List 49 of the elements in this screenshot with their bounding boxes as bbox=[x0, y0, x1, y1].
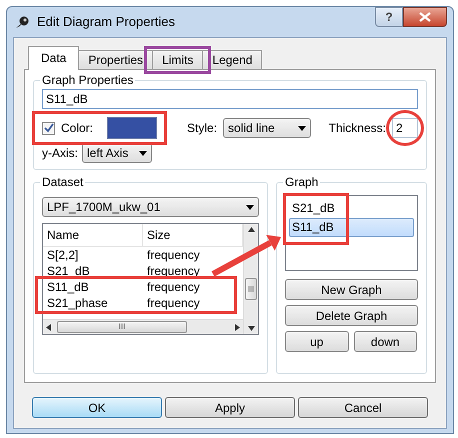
style-dropdown[interactable]: solid line bbox=[223, 118, 312, 138]
color-label: Color: bbox=[61, 120, 94, 137]
table-cell-text: frequency bbox=[146, 295, 201, 311]
thickness-label: Thickness: bbox=[328, 120, 386, 137]
table-row[interactable]: S21_phase frequency bbox=[43, 295, 243, 311]
table-cell-text: frequency bbox=[146, 263, 201, 279]
dialog-button[interactable]: OK bbox=[32, 397, 162, 418]
style-label: Style: bbox=[187, 120, 218, 137]
graph-button[interactable]: Delete Graph bbox=[285, 305, 418, 326]
close-button[interactable] bbox=[403, 7, 447, 27]
list-item[interactable]: S21_dB bbox=[289, 199, 414, 218]
window-title: Edit Diagram Properties bbox=[37, 13, 175, 32]
color-swatch[interactable] bbox=[107, 117, 158, 139]
app-icon bbox=[15, 15, 31, 29]
move-button[interactable]: up bbox=[285, 331, 348, 352]
y-axis-label: y-Axis: bbox=[42, 145, 78, 162]
column-header[interactable]: Name bbox=[43, 224, 143, 246]
group-title: Graph bbox=[283, 175, 320, 189]
table-cell-text: S21_phase bbox=[46, 295, 109, 311]
y-axis-dropdown[interactable]: left Axis bbox=[82, 143, 152, 163]
thickness-field[interactable]: 2 bbox=[392, 118, 418, 138]
dialog-button[interactable]: Apply bbox=[165, 397, 295, 418]
help-button[interactable]: ? bbox=[375, 7, 403, 27]
scroll-right-icon[interactable] bbox=[235, 324, 240, 330]
table-cell-text: frequency bbox=[146, 247, 201, 263]
tab[interactable]: Legend bbox=[202, 50, 262, 70]
table-cell-text: S11_dB bbox=[46, 279, 90, 295]
scroll-up-icon[interactable] bbox=[248, 227, 254, 232]
grip-icon bbox=[248, 286, 254, 292]
color-checkbox[interactable] bbox=[42, 122, 55, 134]
horizontal-scrollbar[interactable]: III bbox=[43, 319, 243, 334]
table-row[interactable]: S[2,2] frequency bbox=[43, 247, 243, 263]
tab[interactable]: Data bbox=[28, 46, 80, 70]
close-icon bbox=[419, 12, 431, 22]
group-title: Dataset bbox=[40, 175, 86, 189]
scroll-left-icon[interactable] bbox=[46, 324, 51, 330]
graph-button[interactable]: New Graph bbox=[285, 279, 418, 300]
list-item[interactable]: S11_dB bbox=[289, 218, 414, 237]
dataset-dropdown[interactable]: LPF_1700M_ukw_01 bbox=[42, 197, 259, 217]
move-button[interactable]: down bbox=[354, 331, 417, 352]
table-cell-text: frequency bbox=[146, 279, 201, 295]
dialog-button[interactable]: Cancel bbox=[298, 397, 428, 418]
group-title: Graph Properties bbox=[40, 73, 136, 87]
table-cell-text: S[2,2] bbox=[46, 247, 80, 263]
tab[interactable]: Limits bbox=[152, 50, 204, 70]
scroll-down-icon[interactable] bbox=[248, 326, 254, 331]
vertical-scrollbar[interactable] bbox=[243, 224, 258, 334]
name-field[interactable]: S11_dB bbox=[42, 89, 418, 109]
table-row[interactable]: S11_dB frequency bbox=[43, 279, 243, 295]
